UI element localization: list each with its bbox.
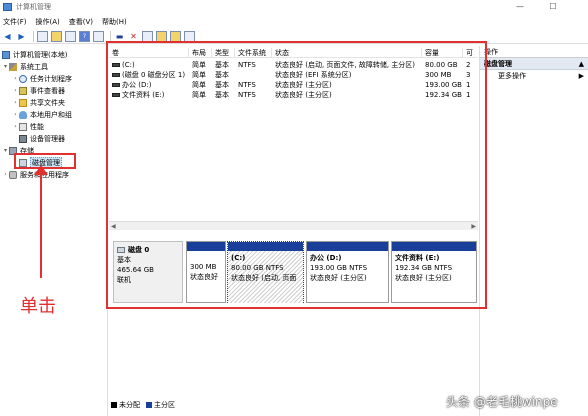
- legend-swatch: [146, 402, 152, 408]
- back-arrow-icon[interactable]: ◀: [2, 31, 13, 42]
- devmgr-icon: [19, 134, 27, 143]
- tree-item-computer-management[interactable]: 计算机管理(本地): [2, 49, 67, 60]
- tree-item-event-viewer[interactable]: › 事件查看器: [12, 85, 65, 96]
- app-icon: [3, 3, 12, 11]
- legend-swatch: [111, 402, 117, 408]
- chevron-right-icon: ▶: [578, 72, 584, 80]
- list-view-icon[interactable]: [184, 30, 195, 42]
- menu-bar: 文件(F) 操作(A) 查看(V) 帮助(H): [0, 15, 588, 28]
- actions-section-disk-management[interactable]: 磁盘管理 ▲: [480, 58, 588, 70]
- tree-item-shared-folders[interactable]: › 共享文件夹: [12, 97, 65, 108]
- up-folder-icon[interactable]: [37, 30, 48, 42]
- highlight-box-main: [106, 41, 487, 309]
- toolbar-separator-2: [110, 30, 111, 42]
- show-hide-tree-icon[interactable]: [51, 30, 62, 42]
- users-icon: [19, 110, 27, 119]
- event-icon: [19, 86, 27, 95]
- legend: 未分配 主分区: [111, 400, 181, 410]
- chevron-right-icon[interactable]: ›: [12, 111, 19, 118]
- properties-icon[interactable]: [65, 30, 76, 42]
- clock-icon: [19, 74, 27, 83]
- tree-item-local-users[interactable]: › 本地用户和组: [12, 109, 72, 120]
- legend-primary: 主分区: [146, 400, 175, 410]
- tools-icon: [9, 62, 17, 71]
- title-bar: 计算机管理 — ☐: [0, 0, 588, 14]
- folder-icon: [19, 98, 27, 107]
- tree-item-system-tools[interactable]: ▾ 系统工具: [2, 61, 48, 72]
- save-icon[interactable]: [170, 30, 181, 42]
- minimize-button[interactable]: —: [510, 0, 530, 14]
- menu-file[interactable]: 文件(F): [3, 17, 27, 27]
- actions-pane: 操作 磁盘管理 ▲ 更多操作 ▶: [479, 46, 588, 416]
- maximize-button[interactable]: ☐: [543, 0, 563, 14]
- menu-view[interactable]: 查看(V): [69, 17, 93, 27]
- computer-icon: [2, 50, 10, 59]
- chevron-right-icon[interactable]: ›: [12, 75, 19, 82]
- chevron-down-icon[interactable]: ▾: [2, 63, 9, 70]
- arrow-line: [40, 170, 42, 278]
- chevron-right-icon[interactable]: ›: [12, 99, 19, 106]
- legend-unallocated: 未分配: [111, 400, 140, 410]
- help-icon[interactable]: ?: [79, 30, 90, 42]
- toolbar-separator: [33, 30, 34, 42]
- forward-arrow-icon[interactable]: ▶: [16, 31, 27, 42]
- menu-help[interactable]: 帮助(H): [102, 17, 127, 27]
- chevron-down-icon[interactable]: ▾: [2, 147, 9, 154]
- collapse-icon[interactable]: ▲: [579, 58, 584, 69]
- window-title: 计算机管理: [16, 3, 51, 11]
- actions-header: 操作: [480, 46, 588, 58]
- chevron-right-icon[interactable]: ›: [12, 123, 19, 130]
- perf-icon: [19, 122, 27, 131]
- annotation-text: 单击: [20, 296, 56, 317]
- open-folder-icon[interactable]: [156, 30, 167, 42]
- computer-management-window: 计算机管理 — ☐ 文件(F) 操作(A) 查看(V) 帮助(H) ◀ ▶ ? …: [0, 0, 588, 416]
- tree-item-performance[interactable]: › 性能: [12, 121, 44, 132]
- chevron-right-icon[interactable]: ›: [12, 87, 19, 94]
- console-icon[interactable]: [93, 30, 104, 42]
- navigation-tree: 计算机管理(本地) ▾ 系统工具 › 任务计划程序 › 事件查看器 › 共享文件…: [0, 46, 108, 416]
- connect-icon[interactable]: ▬: [114, 31, 125, 42]
- more-actions[interactable]: 更多操作 ▶: [480, 70, 588, 82]
- tree-item-task-scheduler[interactable]: › 任务计划程序: [12, 73, 72, 84]
- watermark: 头条 @老毛桃winpe: [446, 395, 558, 409]
- menu-action[interactable]: 操作(A): [36, 17, 60, 27]
- chevron-right-icon[interactable]: ›: [2, 171, 9, 178]
- tree-item-device-manager[interactable]: 设备管理器: [12, 133, 65, 144]
- delete-icon[interactable]: ✕: [128, 31, 139, 42]
- services-icon: [9, 170, 17, 179]
- new-doc-icon[interactable]: [142, 30, 153, 42]
